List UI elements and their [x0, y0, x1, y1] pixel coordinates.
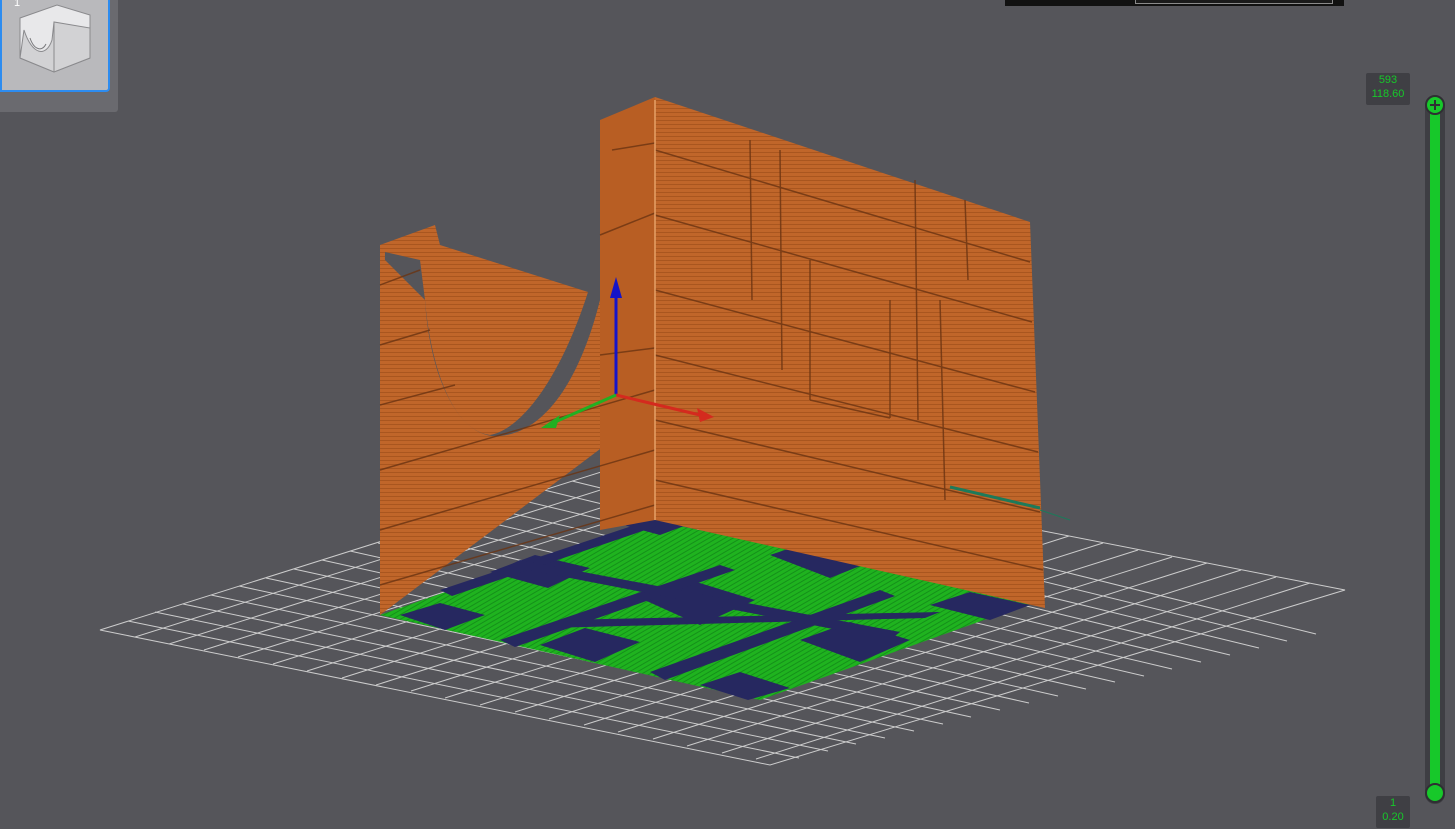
circle-handle-icon[interactable] — [1425, 783, 1445, 803]
part-thumbnail-card[interactable]: 1 — [0, 0, 110, 92]
bottom-layer-height: 0.20 — [1382, 811, 1404, 823]
top-layer-number: 593 — [1378, 74, 1398, 86]
top-layer-height: 118.60 — [1371, 88, 1405, 100]
part-thumbnail-panel: 1 — [0, 0, 118, 112]
layer-slider-range — [1430, 108, 1440, 796]
top-toolbar — [1005, 0, 1344, 6]
top-toolbar-field[interactable] — [1135, 0, 1333, 4]
3d-preview-viewport[interactable] — [0, 0, 1455, 829]
top-layer-label: 593 118.60 — [1366, 73, 1410, 105]
bottom-layer-label: 1 0.20 — [1376, 796, 1410, 828]
plus-handle-icon[interactable] — [1425, 95, 1445, 115]
bottom-layer-number: 1 — [1389, 797, 1397, 809]
part-thumbnail-icon — [19, 4, 91, 73]
